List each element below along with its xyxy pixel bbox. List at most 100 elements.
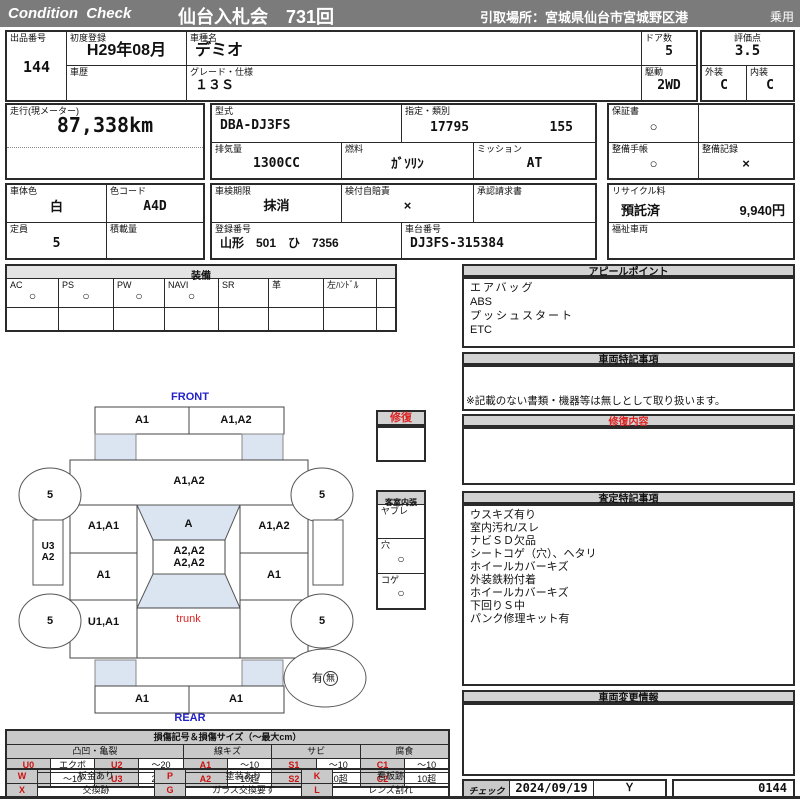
doors-cell: ドア数 5: [642, 32, 696, 66]
legend-code: K: [301, 768, 333, 784]
mileage-box: 走行(現メーター) 87,338km: [5, 103, 205, 180]
first-registration-value: H29年08月: [86, 42, 167, 59]
body-color-value: 白: [49, 199, 63, 214]
cabin-row-hole: 穴 ○: [378, 539, 424, 574]
assessment-item: ホイールカバーキズ: [470, 561, 569, 573]
appeal-item: ABS: [470, 296, 493, 308]
score-cell: 評価点 3.5: [702, 32, 793, 66]
equipment-cell-blank: [377, 279, 395, 307]
model-code-cell: 型式 DBA-DJ3FS: [212, 105, 402, 143]
front-right-wheel-mark: 5: [318, 489, 326, 501]
interior-grade-value: C: [766, 78, 774, 93]
pickup-location: 引取場所：宮城県仙台市宮城野区港: [480, 10, 689, 25]
header-bar: Condition Check 仙台入札会 731回 引取場所：宮城県仙台市宮城…: [0, 0, 800, 27]
displacement-cell: 排気量 1300CC: [212, 143, 342, 178]
capacity-label: 定員: [10, 224, 29, 234]
left-side-mark-line1: U3: [41, 541, 55, 552]
legend-desc: 塗装あり: [185, 768, 302, 784]
maintenance-record-value: ×: [742, 156, 750, 171]
registration-number-label: 登録番号: [215, 224, 252, 234]
recycle-box: リサイクル料 預託済 9,940円 福祉車両: [607, 183, 795, 260]
interior-grade-cell: 内装 C: [747, 66, 793, 100]
warranty-label: 保証書: [612, 106, 640, 116]
inspection-value: 抹消: [263, 198, 290, 213]
assessment-item: 外装鉄粉付着: [470, 574, 536, 586]
assessment-item: 下回りＳ中: [470, 600, 525, 612]
equipment-mark: ○: [82, 289, 90, 303]
recycle-cell: リサイクル料 預託済 9,940円: [609, 185, 793, 223]
assessment-item: ホイールカバーキズ: [470, 587, 569, 599]
grade-value: １３Ｓ: [195, 77, 235, 92]
equipment-cell-ac: AC ○: [7, 279, 59, 307]
repair-mini-header: 修復: [376, 410, 426, 426]
front-left-wheel-mark: 5: [46, 489, 54, 501]
roof-mark-line2: A2,A2: [173, 557, 205, 569]
type-number-value: 17795: [430, 120, 470, 135]
equipment-label: 革: [272, 280, 282, 290]
displacement-value: 1300CC: [253, 156, 300, 171]
legend-group-rust: サビ: [271, 744, 361, 759]
drive-cell: 駆動 2WD: [642, 66, 696, 100]
recycle-status-value: 預託済: [621, 203, 661, 218]
displacement-label: 排気量: [215, 144, 243, 154]
maintenance-book-label: 整備手帳: [612, 144, 649, 154]
rear-window-shape: [136, 573, 241, 609]
rear-right-wheel-mark: 5: [318, 615, 326, 627]
appeal-item: ETC: [470, 324, 492, 336]
legend-title: 損傷記号＆損傷サイズ（～最大cm）: [5, 729, 450, 745]
body-color-label: 車体色: [10, 186, 38, 196]
left-taillight-shape: [94, 659, 137, 687]
diagram-front-label: FRONT: [171, 391, 209, 403]
score-box: 評価点 3.5 外装 C 内装 C: [700, 30, 795, 102]
recycle-fee-value: 9,940円: [739, 203, 785, 218]
assessment-item: ナビＳＤ欠品: [470, 535, 536, 547]
equipment-label: 左ﾊﾝﾄﾞﾙ: [327, 280, 359, 290]
cabin-interior-header: 客室内張: [378, 492, 424, 507]
right-side-box-shape: [312, 519, 344, 586]
rear-bumper-right-mark: A1: [228, 693, 244, 705]
assessment-item: 室内汚れ/スレ: [470, 522, 540, 534]
lot-number-cell: 出品番号 144: [7, 32, 67, 100]
welfare-label: 福祉車両: [612, 224, 649, 234]
vehicle-class: 乗用: [769, 10, 794, 24]
equipment-cell-sr: SR: [219, 279, 269, 307]
roof-mark-line1: A2,A2: [173, 545, 205, 557]
engine-box: 型式 DBA-DJ3FS 指定・類別 17795 155 排気量 1300CC …: [210, 103, 597, 180]
cabin-row-mark: ○: [397, 586, 405, 600]
appeal-body: エアバッグ ABS プッシュスタート ETC: [462, 277, 795, 348]
type-class-cell: 指定・類別 17795 155: [402, 105, 595, 143]
change-info-header: 車両変更情報: [462, 690, 795, 704]
appeal-item: プッシュスタート: [470, 310, 574, 322]
auction-condition-sheet: Condition Check 仙台入札会 731回 引取場所：宮城県仙台市宮城…: [0, 0, 800, 800]
welfare-cell: 福祉車両: [609, 223, 793, 258]
equipment-empty-cell: [324, 308, 377, 331]
color-code-label: 色コード: [110, 186, 147, 196]
check-label-cell: チェック: [464, 781, 510, 796]
equipment-empty-cell: [269, 308, 324, 331]
cabin-interior-box: 客室内張 ヤブレ 穴 ○ コゲ ○: [376, 490, 426, 610]
load-cell: 積載量: [107, 223, 203, 258]
assessment-body: ウスキズ有り 室内汚れ/スレ ナビＳＤ欠品 シートコゲ（穴）、ヘタリ ホイールカ…: [462, 504, 795, 686]
equipment-empty-cell: [219, 308, 269, 331]
drive-label: 駆動: [645, 67, 664, 77]
cabin-row-burn: コゲ ○: [378, 574, 424, 608]
insurance-label: 検付自賠責: [345, 186, 391, 196]
equipment-mark: ○: [28, 289, 37, 303]
fuel-label: 燃料: [345, 144, 364, 154]
assessment-header: 査定特記事項: [462, 491, 795, 505]
fuel-value: ｶﾞｿﾘﾝ: [391, 156, 424, 171]
color-code-value: A4D: [143, 199, 167, 214]
right-taillight-shape: [241, 659, 284, 687]
fuel-cell: 燃料 ｶﾞｿﾘﾝ: [342, 143, 474, 178]
type-class-label: 指定・類別: [405, 106, 451, 116]
assessment-item: パンク修理キット有: [470, 613, 570, 625]
right-fender-mark: A1,A2: [258, 520, 290, 532]
change-info-body: [462, 703, 795, 776]
warranty-value: ○: [649, 119, 658, 134]
approval-label: 承認請求書: [477, 186, 523, 196]
mileage-value: 87,338km: [56, 113, 154, 137]
legend-code: P: [154, 768, 186, 784]
cabin-row-label: コゲ: [381, 575, 400, 585]
identity-box: 出品番号 144 初度登録 H29年08月 車歴 車種名 デミオ グレード・仕様…: [5, 30, 698, 102]
legend-group-dent: 凸凹・亀裂: [5, 744, 184, 759]
